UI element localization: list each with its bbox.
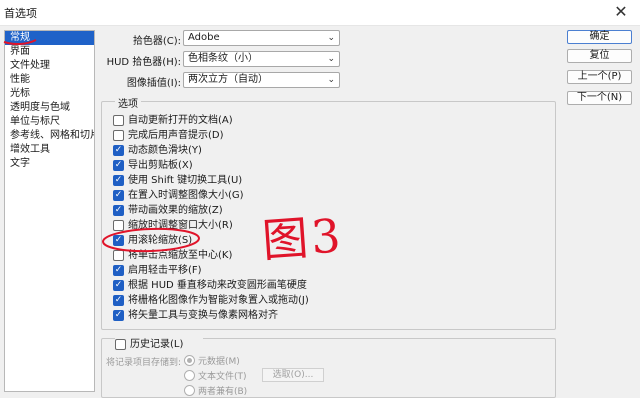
color-picker-select[interactable]: Adobe ⌄ bbox=[183, 30, 340, 46]
radio-metadata[interactable] bbox=[184, 355, 195, 366]
radio-text-file-label: 文本文件(T) bbox=[198, 372, 247, 382]
history-log-label: 历史记录(L) bbox=[130, 339, 184, 350]
image-interpolation-row: 图像插值(I): 两次立方（自动） ⌄ bbox=[101, 72, 341, 89]
option-label: 导出剪贴板(X) bbox=[128, 160, 193, 171]
checkmark-icon[interactable]: ✓ bbox=[113, 175, 124, 186]
options-group-title: 选项 bbox=[115, 95, 141, 110]
checkbox[interactable] bbox=[113, 115, 124, 126]
option-label: 自动更新打开的文档(A) bbox=[128, 115, 233, 126]
ok-button[interactable]: 确定 bbox=[567, 30, 632, 44]
close-icon[interactable]: ✕ bbox=[612, 2, 630, 21]
sidebar-item-plugins[interactable]: 增效工具 bbox=[5, 143, 94, 157]
color-picker-value: Adobe bbox=[188, 32, 220, 43]
option-label: 启用轻击平移(F) bbox=[128, 265, 202, 276]
option-label: 带动画效果的缩放(Z) bbox=[128, 205, 223, 216]
option-label: 根据 HUD 垂直移动来改变圆形画笔硬度 bbox=[128, 280, 307, 291]
sidebar-item-performance[interactable]: 性能 bbox=[5, 73, 94, 87]
chevron-down-icon: ⌄ bbox=[327, 33, 335, 43]
checkmark-icon[interactable]: ✓ bbox=[113, 295, 124, 306]
image-interpolation-select[interactable]: 两次立方（自动） ⌄ bbox=[183, 72, 340, 88]
checkmark-icon[interactable]: ✓ bbox=[113, 160, 124, 171]
option-label: 将单击点缩放至中心(K) bbox=[128, 250, 233, 261]
reset-button[interactable]: 复位 bbox=[567, 49, 632, 63]
option-label: 动态颜色滑块(Y) bbox=[128, 145, 202, 156]
window-title: 首选项 bbox=[4, 7, 37, 20]
option-label: 缩放时调整窗口大小(R) bbox=[128, 220, 233, 231]
checkbox[interactable] bbox=[113, 220, 124, 231]
option-label: 将矢量工具与变换与像素网格对齐 bbox=[128, 310, 278, 321]
radio-both-label: 两者兼有(B) bbox=[198, 387, 248, 397]
checkmark-icon[interactable]: ✓ bbox=[113, 145, 124, 156]
option-label: 使用 Shift 键切换工具(U) bbox=[128, 175, 243, 186]
option-label: 用滚轮缩放(S) bbox=[128, 235, 193, 246]
sidebar-item-transparency[interactable]: 透明度与色域 bbox=[5, 101, 94, 115]
image-interpolation-value: 两次立方（自动） bbox=[188, 74, 268, 85]
save-log-items-label: 将记录项目存储到: bbox=[106, 358, 182, 368]
checkmark-icon[interactable]: ✓ bbox=[113, 205, 124, 216]
radio-metadata-label: 元数据(M) bbox=[198, 357, 240, 367]
option-label: 完成后用声音提示(D) bbox=[128, 130, 224, 141]
color-picker-label: 拾色器(C): bbox=[132, 36, 181, 47]
checkbox[interactable] bbox=[113, 250, 124, 261]
hud-picker-select[interactable]: 色相条纹（小） ⌄ bbox=[183, 51, 340, 67]
hud-picker-label: HUD 拾色器(H): bbox=[106, 57, 181, 68]
prev-button[interactable]: 上一个(P) bbox=[567, 70, 632, 84]
chevron-down-icon: ⌄ bbox=[327, 75, 335, 85]
annotation-figure-label: 图3 bbox=[260, 208, 346, 268]
sidebar-item-interface[interactable]: 界面 bbox=[5, 45, 94, 59]
color-picker-row: 拾色器(C): Adobe ⌄ bbox=[101, 30, 341, 47]
hud-picker-value: 色相条纹（小） bbox=[188, 53, 258, 64]
checkmark-icon[interactable]: ✓ bbox=[113, 235, 124, 246]
radio-both[interactable] bbox=[184, 385, 195, 396]
option-label: 将栅格化图像作为智能对象置入或拖动(J) bbox=[128, 295, 309, 306]
sidebar-item-guides[interactable]: 参考线、网格和切片 bbox=[5, 129, 94, 143]
sidebar-item-cursors[interactable]: 光标 bbox=[5, 87, 94, 101]
sidebar-item-type[interactable]: 文字 bbox=[5, 157, 94, 171]
chevron-down-icon: ⌄ bbox=[327, 54, 335, 64]
checkmark-icon[interactable]: ✓ bbox=[113, 190, 124, 201]
checkbox[interactable] bbox=[115, 339, 126, 350]
checkbox[interactable] bbox=[113, 130, 124, 141]
preferences-category-list[interactable]: 常规 界面 文件处理 性能 光标 透明度与色域 单位与标尺 参考线、网格和切片 … bbox=[4, 30, 95, 392]
hud-picker-row: HUD 拾色器(H): 色相条纹（小） ⌄ bbox=[101, 51, 341, 68]
image-interpolation-label: 图像插值(I): bbox=[126, 78, 181, 89]
checkmark-icon[interactable]: ✓ bbox=[113, 280, 124, 291]
checkmark-icon[interactable]: ✓ bbox=[113, 310, 124, 321]
sidebar-item-general[interactable]: 常规 bbox=[5, 31, 94, 45]
checkmark-icon[interactable]: ✓ bbox=[113, 265, 124, 276]
next-button[interactable]: 下一个(N) bbox=[567, 91, 632, 105]
choose-button[interactable]: 选取(O)... bbox=[262, 368, 324, 382]
option-label: 在置入时调整图像大小(G) bbox=[128, 190, 244, 201]
radio-text-file[interactable] bbox=[184, 370, 195, 381]
history-log-toggle[interactable]: 历史记录(L) bbox=[115, 338, 203, 352]
sidebar-item-file-handling[interactable]: 文件处理 bbox=[5, 59, 94, 73]
title-bar: 首选项 ✕ bbox=[0, 0, 640, 26]
sidebar-item-units[interactable]: 单位与标尺 bbox=[5, 115, 94, 129]
